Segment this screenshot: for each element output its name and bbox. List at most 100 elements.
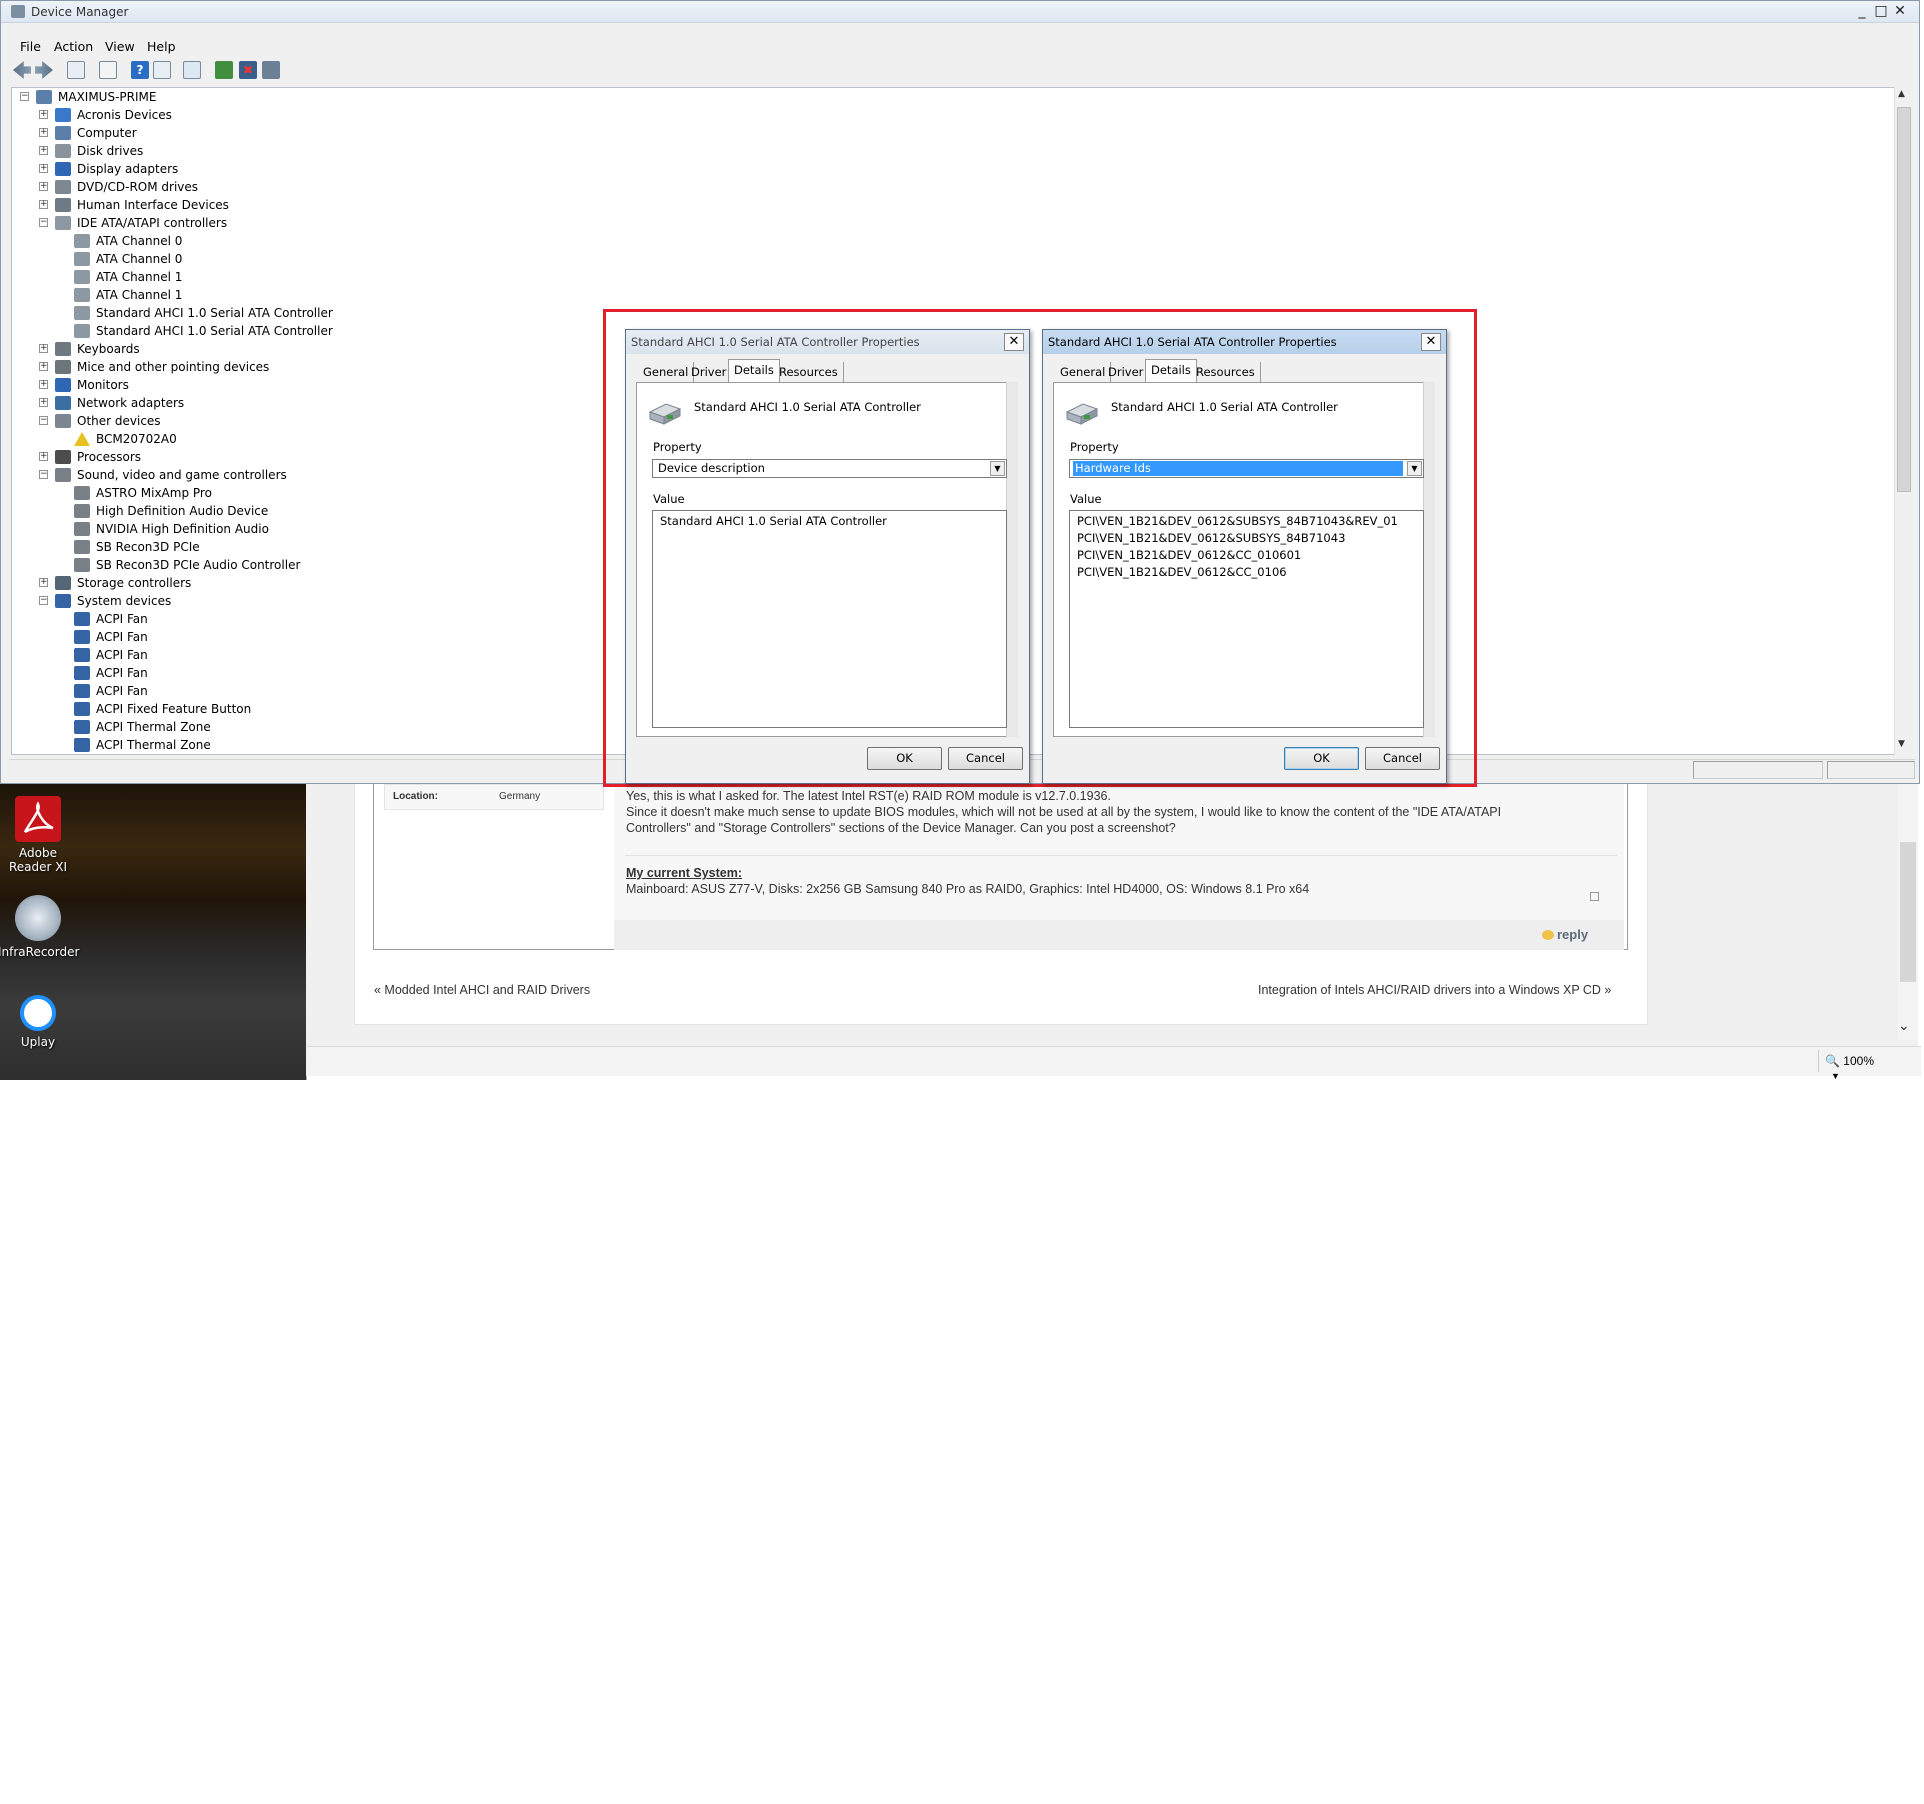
expand-icon[interactable]: + (39, 380, 48, 389)
tree-item[interactable]: ACPI Fan (12, 646, 612, 664)
tree-item[interactable]: − MAXIMUS-PRIME (12, 88, 612, 106)
tree-item[interactable]: Standard AHCI 1.0 Serial ATA Controller (12, 322, 612, 340)
tree-item[interactable]: + Human Interface Devices (12, 196, 612, 214)
update-driver-icon[interactable] (215, 61, 233, 79)
close-button[interactable]: ✕ (1891, 4, 1909, 20)
expand-icon[interactable]: + (39, 146, 48, 155)
expand-icon[interactable]: + (39, 110, 48, 119)
close-icon[interactable]: ✕ (1421, 333, 1441, 351)
tree-item[interactable]: + Display adapters (12, 160, 612, 178)
expand-icon[interactable]: + (39, 362, 48, 371)
uninstall-icon[interactable]: ✖ (239, 61, 257, 79)
scroll-down-icon[interactable]: ▼ (1898, 739, 1905, 749)
tab-driver[interactable]: Driver (686, 362, 733, 382)
tree-item[interactable]: + Acronis Devices (12, 106, 612, 124)
menu-action[interactable]: Action (54, 39, 93, 54)
desktop-icon-adobe-reader[interactable]: Adobe Reader XI (0, 796, 78, 874)
scroll-thumb[interactable] (1897, 107, 1911, 492)
property-select[interactable]: Hardware Ids ▼ (1069, 459, 1424, 478)
desktop-icon-infrarecorder[interactable]: InfraRecorder (0, 895, 79, 959)
collapse-icon[interactable] (1590, 892, 1599, 901)
menu-file[interactable]: File (20, 39, 41, 54)
expand-icon[interactable]: + (39, 452, 48, 461)
tab-driver[interactable]: Driver (1103, 362, 1150, 382)
value-line[interactable]: PCI\VEN_1B21&DEV_0612&CC_0106 (1077, 565, 1287, 579)
tree-item[interactable]: + Mice and other pointing devices (12, 358, 612, 376)
tree-item[interactable]: + DVD/CD-ROM drives (12, 178, 612, 196)
tree-item[interactable]: BCM20702A0 (12, 430, 612, 448)
tree-item[interactable]: + Storage controllers (12, 574, 612, 592)
tree-item[interactable]: ATA Channel 1 (12, 286, 612, 304)
tree-item[interactable]: ACPI Fan (12, 664, 612, 682)
expand-icon[interactable]: + (39, 128, 48, 137)
chevron-down-icon[interactable]: ▼ (1407, 461, 1422, 476)
expand-icon[interactable]: + (39, 344, 48, 353)
scroll-thumb[interactable] (1900, 842, 1916, 982)
collapse-icon[interactable]: − (39, 218, 48, 227)
menu-help[interactable]: Help (147, 39, 176, 54)
tree-item[interactable]: + Monitors (12, 376, 612, 394)
tree-item[interactable]: + Disk drives (12, 142, 612, 160)
help-icon[interactable]: ? (131, 61, 149, 79)
tree-item[interactable]: SB Recon3D PCIe Audio Controller (12, 556, 612, 574)
collapse-icon[interactable]: − (39, 596, 48, 605)
value-list[interactable]: PCI\VEN_1B21&DEV_0612&SUBSYS_84B71043&RE… (1069, 510, 1424, 728)
tree-item[interactable]: + Computer (12, 124, 612, 142)
tab-details[interactable]: Details (1145, 359, 1197, 383)
collapse-icon[interactable]: − (20, 92, 29, 101)
collapse-icon[interactable]: − (39, 416, 48, 425)
show-hide-action-pane-icon[interactable] (153, 61, 171, 79)
back-icon[interactable] (13, 61, 31, 79)
tree-item[interactable]: − IDE ATA/ATAPI controllers (12, 214, 612, 232)
menu-view[interactable]: View (105, 39, 135, 54)
expand-icon[interactable]: + (39, 578, 48, 587)
tree-item[interactable]: + Processors (12, 448, 612, 466)
tree-item[interactable]: ACPI Fan (12, 610, 612, 628)
close-icon[interactable]: ✕ (1004, 333, 1024, 351)
desktop-icon-uplay[interactable]: Uplay (0, 995, 78, 1049)
value-line[interactable]: PCI\VEN_1B21&DEV_0612&CC_010601 (1077, 548, 1301, 562)
property-select[interactable]: Device description ▼ (652, 459, 1007, 478)
tree-scrollbar[interactable]: ▲ ▼ (1894, 87, 1912, 755)
expand-icon[interactable]: + (39, 182, 48, 191)
tree-item[interactable]: ACPI Fan (12, 628, 612, 646)
tree-item[interactable]: − Other devices (12, 412, 612, 430)
tree-item[interactable]: ATA Channel 0 (12, 250, 612, 268)
tree-item[interactable]: ASTRO MixAmp Pro (12, 484, 612, 502)
value-line[interactable]: PCI\VEN_1B21&DEV_0612&SUBSYS_84B71043 (1077, 531, 1345, 545)
ok-button[interactable]: OK (1284, 747, 1359, 770)
forward-icon[interactable] (35, 61, 53, 79)
cancel-button[interactable]: Cancel (948, 747, 1023, 770)
tree-item[interactable]: SB Recon3D PCIe (12, 538, 612, 556)
tree-item[interactable]: + Keyboards (12, 340, 612, 358)
tree-item[interactable]: High Definition Audio Device (12, 502, 612, 520)
tab-details[interactable]: Details (728, 359, 780, 383)
reply-link[interactable]: reply (1557, 927, 1588, 942)
dialog-title-bar[interactable]: Standard AHCI 1.0 Serial ATA Controller … (1043, 330, 1446, 354)
tree-item[interactable]: ACPI Fan (12, 682, 612, 700)
dialog-title-bar[interactable]: Standard AHCI 1.0 Serial ATA Controller … (626, 330, 1029, 354)
title-bar[interactable]: Device Manager _ □ ✕ (1, 1, 1919, 23)
tree-item[interactable]: − Sound, video and game controllers (12, 466, 612, 484)
chevron-down-icon[interactable]: ▼ (990, 461, 1005, 476)
tree-item[interactable]: ATA Channel 1 (12, 268, 612, 286)
previous-topic-link[interactable]: « Modded Intel AHCI and RAID Drivers (374, 983, 590, 997)
next-topic-link[interactable]: Integration of Intels AHCI/RAID drivers … (1258, 983, 1611, 997)
value-list[interactable]: Standard AHCI 1.0 Serial ATA Controller (652, 510, 1007, 728)
tree-item[interactable]: ATA Channel 0 (12, 232, 612, 250)
tree-item[interactable]: − System devices (12, 592, 612, 610)
expand-icon[interactable]: + (39, 200, 48, 209)
tree-item[interactable]: ACPI Thermal Zone (12, 718, 612, 736)
expand-icon[interactable]: + (39, 164, 48, 173)
tab-resources[interactable]: Resources (774, 362, 844, 382)
tree-item[interactable]: ACPI Thermal Zone (12, 736, 612, 754)
collapse-icon[interactable]: − (39, 470, 48, 479)
tree-item[interactable]: Standard AHCI 1.0 Serial ATA Controller (12, 304, 612, 322)
value-line[interactable]: PCI\VEN_1B21&DEV_0612&SUBSYS_84B71043&RE… (1077, 514, 1398, 528)
zoom-control[interactable]: 🔍 100% ▼ (1818, 1050, 1898, 1081)
browser-scrollbar[interactable] (1898, 780, 1918, 1040)
disable-device-icon[interactable] (262, 61, 280, 79)
properties-icon[interactable] (99, 61, 117, 79)
tab-resources[interactable]: Resources (1191, 362, 1261, 382)
cancel-button[interactable]: Cancel (1365, 747, 1440, 770)
